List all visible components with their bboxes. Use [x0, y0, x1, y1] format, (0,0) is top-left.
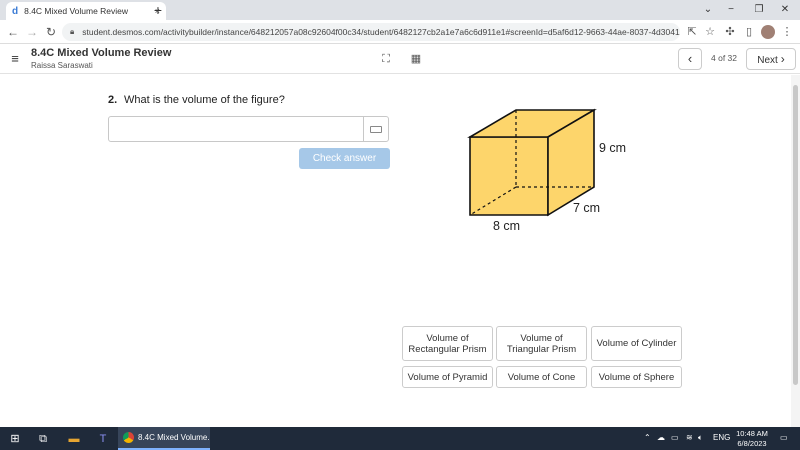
minimize-icon[interactable]: − [716, 0, 746, 20]
side-panel-icon[interactable]: ▯ [741, 24, 757, 40]
keyboard-icon [370, 125, 382, 133]
link-volume-cylinder[interactable]: Volume of Cylinder [591, 326, 682, 361]
system-clock[interactable]: 10:48 AM 6/8/2023 [732, 429, 772, 448]
teams-icon[interactable]: T [95, 431, 111, 447]
link-volume-rectangular-prism[interactable]: Volume of Rectangular Prism [402, 326, 493, 361]
taskbar: ⊞ ⧉ ▬ T 8.4C Mixed Volume... ⌃ ☁ ▭ ≋ 🔈︎ … [0, 427, 800, 450]
link-label: Volume of Cone [507, 371, 576, 383]
link-label: Volume of Sphere [598, 371, 675, 383]
keyboard-toggle-button[interactable] [363, 116, 389, 142]
link-label-line2: Triangular Prism [506, 343, 577, 355]
windows-start-icon[interactable]: ⊞ [7, 431, 23, 447]
bookmark-star-icon[interactable]: ☆ [702, 24, 718, 40]
share-icon[interactable]: ⇱ [684, 24, 700, 40]
previous-screen-button[interactable]: ‹ [678, 48, 702, 70]
lock-icon: 🔒︎ [70, 27, 75, 36]
new-tab-button[interactable]: + [150, 2, 166, 18]
activity-header: ≡ 8.4C Mixed Volume Review Raissa Sarasw… [0, 44, 800, 74]
link-label-line1: Volume of [520, 332, 563, 344]
wifi-icon[interactable]: ≋ [686, 433, 693, 442]
browser-tab-strip: d 8.4C Mixed Volume Review × + ⌄ − ❐ ✕ [0, 0, 800, 20]
check-answer-button[interactable]: Check answer [299, 148, 390, 169]
link-volume-triangular-prism[interactable]: Volume of Triangular Prism [496, 326, 587, 361]
task-view-icon[interactable]: ⧉ [35, 431, 51, 447]
answer-input[interactable] [108, 116, 364, 142]
link-label: Volume of Pyramid [407, 371, 488, 383]
scrollbar-thumb[interactable] [793, 85, 798, 385]
link-volume-sphere[interactable]: Volume of Sphere [591, 366, 682, 388]
tab-title: 8.4C Mixed Volume Review [24, 6, 129, 16]
clock-date: 6/8/2023 [737, 438, 767, 448]
chevron-left-icon: ‹ [687, 51, 693, 66]
activity-title: 8.4C Mixed Volume Review [31, 47, 172, 59]
volume-icon[interactable]: 🔈︎ [698, 433, 703, 443]
prism-front-face [469, 136, 549, 216]
screen-counter[interactable]: 4 of 32 [702, 53, 746, 63]
address-bar: ← → ↻ 🔒︎ student.desmos.com/activitybuil… [0, 20, 800, 44]
depth-label: 7 cm [573, 201, 600, 215]
back-arrow-icon[interactable]: ← [5, 24, 21, 40]
notification-icon[interactable]: ▭ [780, 433, 788, 442]
task-label: 8.4C Mixed Volume... [138, 433, 210, 442]
chevron-up-icon[interactable]: ⌃ [644, 433, 651, 442]
reload-icon[interactable]: ↻ [43, 24, 59, 40]
hamburger-menu-icon[interactable]: ≡ [8, 52, 22, 66]
question-number: 2. [108, 94, 118, 106]
width-label: 8 cm [493, 219, 520, 233]
file-explorer-icon[interactable]: ▬ [66, 431, 82, 447]
rectangular-prism-figure: 9 cm 7 cm 8 cm [467, 108, 626, 233]
desmos-favicon-icon: d [12, 5, 19, 17]
link-label-line1: Volume of [426, 332, 469, 344]
clock-time: 10:48 AM [736, 429, 768, 438]
close-window-icon[interactable]: ✕ [770, 0, 800, 20]
url-text: student.desmos.com/activitybuilder/insta… [82, 27, 680, 37]
question-text: What is the volume of the figure? [124, 94, 285, 106]
more-menu-icon[interactable]: ⋮ [779, 24, 795, 40]
height-label: 9 cm [599, 141, 626, 155]
extensions-puzzle-icon[interactable]: ✣ [722, 24, 738, 40]
student-name: Raissa Saraswati [31, 61, 93, 70]
fullscreen-icon[interactable]: ⛶ [379, 52, 393, 66]
url-field[interactable]: 🔒︎ student.desmos.com/activitybuilder/in… [62, 23, 680, 41]
forward-arrow-icon[interactable]: → [24, 24, 40, 40]
cloud-icon[interactable]: ☁ [657, 433, 665, 442]
chevron-right-icon: › [780, 52, 785, 66]
page-scrollbar[interactable] [791, 75, 800, 427]
profile-avatar[interactable] [761, 25, 775, 39]
link-label-line2: Rectangular Prism [408, 343, 487, 355]
next-screen-button[interactable]: Next › [746, 48, 796, 70]
browser-tab[interactable]: d 8.4C Mixed Volume Review × [6, 2, 166, 20]
link-volume-cone[interactable]: Volume of Cone [496, 366, 587, 388]
chrome-taskbar-button[interactable]: 8.4C Mixed Volume... [118, 427, 210, 450]
calculator-icon[interactable]: ▦ [409, 52, 423, 66]
next-label: Next [757, 55, 778, 66]
link-volume-pyramid[interactable]: Volume of Pyramid [402, 366, 493, 388]
chrome-icon [123, 432, 134, 443]
link-label: Volume of Cylinder [596, 338, 677, 349]
language-indicator[interactable]: ENG [713, 433, 730, 442]
battery-icon[interactable]: ▭ [671, 433, 679, 442]
